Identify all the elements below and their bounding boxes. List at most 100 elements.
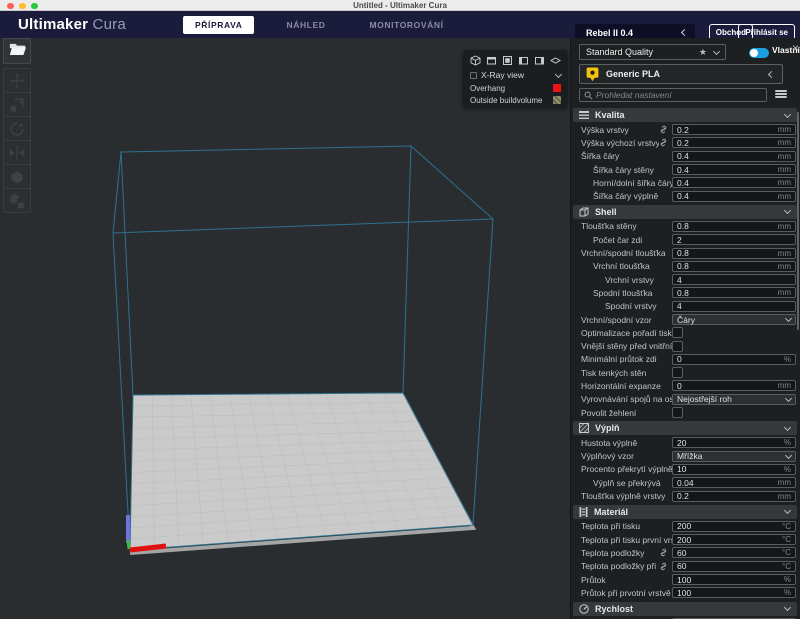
viewport-3d[interactable]: X-Ray view Overhang Outside buildvolume (0, 38, 570, 619)
material-selector[interactable]: Generic PLA (579, 64, 783, 84)
view-3d-icon[interactable] (470, 55, 481, 66)
setting-row: Procento překrytí výplně10% (573, 463, 797, 476)
setting-label: Tisk tenkých stěn (573, 368, 672, 378)
view-top-icon[interactable] (502, 55, 513, 66)
setting-input[interactable]: 0.2mm (672, 491, 796, 502)
setting-input[interactable]: 60°C (672, 561, 796, 572)
setting-input[interactable]: 0.8mm (672, 221, 796, 232)
setting-row: Hustota výplně20% (573, 436, 797, 449)
setting-label: Šířka čáry stěny (573, 165, 672, 175)
link-icon (659, 562, 668, 571)
setting-label: Teplota podložky (573, 548, 659, 558)
tab-monitor[interactable]: MONITOROVÁNÍ (357, 16, 455, 34)
setting-input[interactable]: 100% (672, 574, 796, 585)
search-settings[interactable] (579, 88, 767, 102)
custom-mode-toggle[interactable] (749, 48, 769, 58)
search-input[interactable] (593, 90, 762, 100)
close-panel-icon[interactable]: × (792, 42, 799, 54)
section-header-kvalita[interactable]: Kvalita (573, 108, 797, 122)
setting-dropdown[interactable]: Mřížka (672, 451, 796, 462)
scale-tool-button[interactable] (3, 92, 31, 117)
setting-input[interactable]: 20% (672, 437, 796, 448)
setting-label: Výška vrstvy (573, 125, 659, 135)
setting-input[interactable]: 0.2mm (672, 124, 796, 135)
mirror-tool-button[interactable] (3, 140, 31, 165)
setting-checkbox[interactable] (672, 341, 683, 352)
setting-input[interactable]: 4 (672, 274, 796, 285)
scrollbar-thumb[interactable] (797, 112, 800, 330)
setting-input[interactable]: 2 (672, 234, 796, 245)
setting-row: Vyrovnávání spojů na ose ZNejostřejší ro… (573, 393, 797, 406)
setting-input[interactable]: 100% (672, 587, 796, 598)
setting-input[interactable]: 0.4mm (672, 151, 796, 162)
move-tool-button[interactable] (3, 68, 31, 93)
material-pin-icon (586, 67, 599, 82)
legend-overhang: Overhang (470, 82, 561, 94)
setting-input[interactable]: 0% (672, 354, 796, 365)
setting-row: Horizontální expanze0mm (573, 379, 797, 392)
setting-label: Počet čar zdi (573, 235, 672, 245)
setting-checkbox[interactable] (672, 327, 683, 338)
section-header-výplň[interactable]: Výplň (573, 421, 797, 435)
link-icon (659, 138, 668, 147)
setting-dropdown[interactable]: Nejostřejší roh (672, 394, 796, 405)
setting-input[interactable]: 0.8mm (672, 248, 796, 259)
open-file-button[interactable] (3, 38, 31, 64)
setting-row: Šířka čáry výplně0.4mm (573, 189, 797, 202)
section-header-rychlost[interactable]: Rychlost (573, 602, 797, 616)
search-icon (584, 91, 593, 100)
setting-input[interactable]: 0.4mm (672, 191, 796, 202)
setting-input[interactable]: 10% (672, 464, 796, 475)
tab-preview[interactable]: NÁHLED (274, 16, 337, 34)
setting-input[interactable]: 60°C (672, 547, 796, 558)
setting-input[interactable]: 0.2mm (672, 137, 796, 148)
setting-checkbox[interactable] (672, 367, 683, 378)
setting-row: Horní/dolní šířka čáry0.4mm (573, 176, 797, 189)
settings-list: KvalitaVýška vrstvy0.2mmVýška výchozí vr… (571, 106, 800, 619)
setting-input[interactable]: 4 (672, 301, 796, 312)
setting-input[interactable]: 200°C (672, 521, 796, 532)
setting-row: Teplota podložky 60°C (573, 546, 797, 559)
chevron-down-icon (785, 395, 792, 402)
setting-row: Optimalizace pořadí tisku stěn (573, 326, 797, 339)
setting-input[interactable]: 0mm (672, 380, 796, 391)
view-right-icon[interactable] (534, 55, 545, 66)
tab-prepare[interactable]: PŘÍPRAVA (183, 16, 254, 34)
support-blocker-tool-button[interactable] (3, 188, 31, 213)
setting-input[interactable]: 0.8mm (672, 287, 796, 298)
setting-row: Výška výchozí vrstvy0.2mm (573, 136, 797, 149)
application-window: Untitled - Ultimaker Cura Ultimaker Cura… (0, 0, 800, 619)
setting-label: Tloušťka stěny (573, 221, 672, 231)
setting-dropdown[interactable]: Čáry (672, 314, 796, 325)
star-icon: ★ (699, 48, 707, 57)
setting-input[interactable]: 0.4mm (672, 177, 796, 188)
setting-input[interactable]: 0.8mm (672, 261, 796, 272)
link-icon (659, 548, 668, 557)
window-title: Untitled - Ultimaker Cura (0, 0, 800, 11)
render-mode-dropdown[interactable]: X-Ray view (470, 68, 561, 82)
stage-tabs: PŘÍPRAVA NÁHLED MONITOROVÁNÍ (183, 11, 456, 38)
setting-label: Teplota podložky při počáteční vrstvě (573, 561, 659, 571)
view-front-icon[interactable] (486, 55, 497, 66)
setting-label: Šířka čáry výplně (573, 191, 672, 201)
setting-input[interactable]: 0.4mm (672, 164, 796, 175)
rotate-tool-button[interactable] (3, 116, 31, 141)
setting-input[interactable]: 200°C (672, 534, 796, 545)
setting-checkbox[interactable] (672, 407, 683, 418)
titlebar: Untitled - Ultimaker Cura (0, 0, 800, 11)
profile-dropdown[interactable]: Standard Quality ★ (579, 44, 726, 60)
setting-label: Průtok (573, 575, 672, 585)
settings-menu-icon[interactable] (775, 90, 787, 100)
setting-input[interactable]: 0.04mm (672, 477, 796, 488)
setting-row: Povolit žehlení (573, 406, 797, 419)
setting-row: Tloušťka stěny0.8mm (573, 220, 797, 233)
setting-row: Počet čar zdi2 (573, 233, 797, 246)
setting-row: Vrchní tloušťka0.8mm (573, 260, 797, 273)
mirror-icon (8, 144, 26, 162)
setting-row: Výška vrstvy 0.2mm (573, 123, 797, 136)
per-model-settings-tool-button[interactable] (3, 164, 31, 189)
section-header-materiál[interactable]: Materiál (573, 505, 797, 519)
view-left-icon[interactable] (518, 55, 529, 66)
view-bottom-icon[interactable] (550, 55, 561, 66)
section-header-shell[interactable]: Shell (573, 205, 797, 219)
